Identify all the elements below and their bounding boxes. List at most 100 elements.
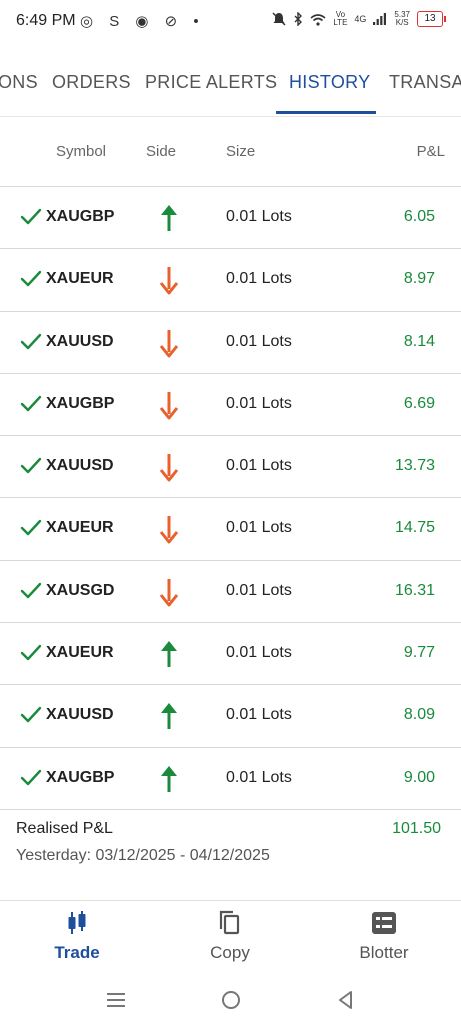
bluetooth-icon: [294, 12, 303, 26]
row-size: 0.01 Lots: [226, 270, 292, 288]
arrow-down-icon: [159, 391, 179, 420]
nav-blotter[interactable]: Blotter: [324, 909, 444, 963]
table-row[interactable]: XAUGBP 0.01 Lots 6.05: [0, 187, 461, 250]
realised-pnl-label: Realised P&L: [16, 820, 113, 837]
date-range: Yesterday: 03/12/2025 - 04/12/2025: [16, 847, 270, 864]
checkmark-icon: [20, 582, 42, 598]
row-symbol: XAUUSD: [46, 706, 114, 724]
table-row[interactable]: XAUEUR 0.01 Lots 9.77: [0, 623, 461, 686]
row-symbol: XAUEUR: [46, 519, 114, 537]
row-pnl: 9.00: [403, 768, 435, 786]
arrow-down-icon: [159, 267, 179, 295]
mute-icon: [272, 12, 286, 26]
row-symbol: XAUUSD: [46, 457, 114, 475]
arrow-up-icon: [161, 703, 177, 730]
active-tab-indicator: [276, 111, 376, 114]
row-pnl: 6.69: [403, 394, 435, 412]
row-size: 0.01 Lots: [226, 457, 292, 475]
checkmark-icon: [20, 644, 42, 661]
row-pnl: 6.05: [403, 208, 435, 225]
tab-positions[interactable]: ONS: [0, 72, 38, 93]
table-row[interactable]: XAUSGD 0.01 Lots 16.31: [0, 561, 461, 624]
row-symbol: XAUGBP: [46, 208, 115, 225]
row-size: 0.01 Lots: [226, 644, 292, 662]
signal-icon: [373, 13, 387, 25]
status-right-icons: Vo LTE 4G 5.37 K/S 13: [272, 11, 446, 27]
row-symbol: XAUEUR: [46, 270, 114, 288]
tab-price-alerts[interactable]: PRICE ALERTS: [145, 72, 277, 93]
nav-trade-label: Trade: [54, 943, 100, 962]
row-symbol: XAUUSD: [46, 332, 114, 350]
status-bar: 6:49 PM ◎ S ◉ ⊘ • Vo LTE 4G 5.37 K/S 13: [0, 0, 461, 44]
candlestick-icon: [68, 911, 86, 934]
checkmark-icon: [20, 395, 42, 412]
checkmark-icon: [20, 457, 42, 474]
table-row[interactable]: XAUUSD 0.01 Lots 13.73: [0, 436, 461, 499]
table-row[interactable]: XAUGBP 0.01 Lots 9.00: [0, 748, 461, 810]
arrow-down-icon: [159, 454, 179, 482]
menu-icon[interactable]: [104, 988, 128, 1012]
tab-history[interactable]: HISTORY: [289, 72, 370, 93]
table-row[interactable]: XAUUSD 0.01 Lots 8.14: [0, 312, 461, 374]
header-pnl: P&L: [416, 143, 445, 160]
history-list: XAUGBP 0.01 Lots 6.05 XAUEUR 0.01 Lots 8.97 XA…: [0, 187, 461, 810]
network-speed: 5.37 K/S: [394, 11, 410, 27]
row-pnl: 13.73: [394, 457, 435, 475]
header-size: Size: [226, 143, 256, 160]
row-size: 0.01 Lots: [226, 581, 292, 599]
row-size: 0.01 Lots: [226, 394, 292, 412]
wifi-icon: [310, 13, 326, 26]
checkmark-icon: [20, 208, 42, 225]
arrow-up-icon: [161, 205, 177, 231]
checkmark-icon: [20, 707, 42, 723]
row-pnl: 9.77: [403, 644, 435, 662]
row-size: 0.01 Lots: [226, 519, 292, 537]
checkmark-icon: [20, 333, 42, 349]
volte-bottom: LTE: [333, 18, 348, 27]
battery-icon: 13: [417, 11, 446, 27]
back-icon[interactable]: [334, 988, 358, 1012]
realised-pnl-value: 101.50: [392, 820, 441, 837]
copy-icon: [219, 910, 240, 935]
arrow-down-icon: [159, 516, 179, 544]
volte-indicator: Vo LTE: [333, 11, 347, 27]
nav-trade[interactable]: Trade: [17, 909, 137, 963]
status-time: 6:49 PM: [16, 12, 76, 29]
blotter-icon: [372, 912, 396, 934]
tab-orders[interactable]: ORDERS: [52, 72, 131, 93]
checkmark-icon: [20, 520, 42, 536]
row-symbol: XAUGBP: [46, 394, 115, 412]
header-symbol: Symbol: [56, 143, 107, 160]
row-pnl: 8.97: [403, 270, 435, 288]
system-navigation: [0, 978, 461, 1024]
row-pnl: 8.09: [403, 706, 435, 724]
realised-pnl-summary: Realised P&L 101.50 Yesterday: 03/12/202…: [0, 806, 461, 901]
network-type: 4G: [354, 14, 367, 24]
tab-transactions[interactable]: TRANSAC: [389, 72, 461, 93]
arrow-down-icon: [159, 578, 179, 607]
table-row[interactable]: XAUGBP 0.01 Lots 6.69: [0, 374, 461, 437]
row-size: 0.01 Lots: [226, 706, 292, 724]
bottom-navigation: Trade Copy Blotter: [0, 900, 461, 979]
table-row[interactable]: XAUEUR 0.01 Lots 8.97: [0, 249, 461, 312]
header-side: Side: [146, 143, 177, 160]
row-size: 0.01 Lots: [226, 208, 292, 225]
table-row[interactable]: XAUEUR 0.01 Lots 14.75: [0, 498, 461, 561]
table-header: Symbol Side Size P&L: [0, 132, 461, 187]
nav-blotter-label: Blotter: [359, 943, 409, 962]
home-icon[interactable]: [219, 988, 243, 1012]
nav-copy[interactable]: Copy: [170, 909, 290, 963]
row-size: 0.01 Lots: [226, 332, 292, 350]
arrow-up-icon: [161, 765, 177, 792]
table-row[interactable]: XAUUSD 0.01 Lots 8.09: [0, 685, 461, 748]
checkmark-icon: [20, 769, 42, 785]
row-symbol: XAUGBP: [46, 768, 115, 786]
row-pnl: 16.31: [394, 581, 435, 599]
row-symbol: XAUEUR: [46, 644, 114, 662]
notification-icons: ◎ S ◉ ⊘ •: [80, 13, 205, 30]
row-pnl: 8.14: [403, 332, 435, 350]
tab-bar: ONS ORDERS PRICE ALERTS HISTORY TRANSAC: [0, 60, 461, 117]
arrow-up-icon: [161, 641, 177, 668]
row-symbol: XAUSGD: [46, 581, 115, 599]
nav-copy-label: Copy: [210, 943, 250, 962]
